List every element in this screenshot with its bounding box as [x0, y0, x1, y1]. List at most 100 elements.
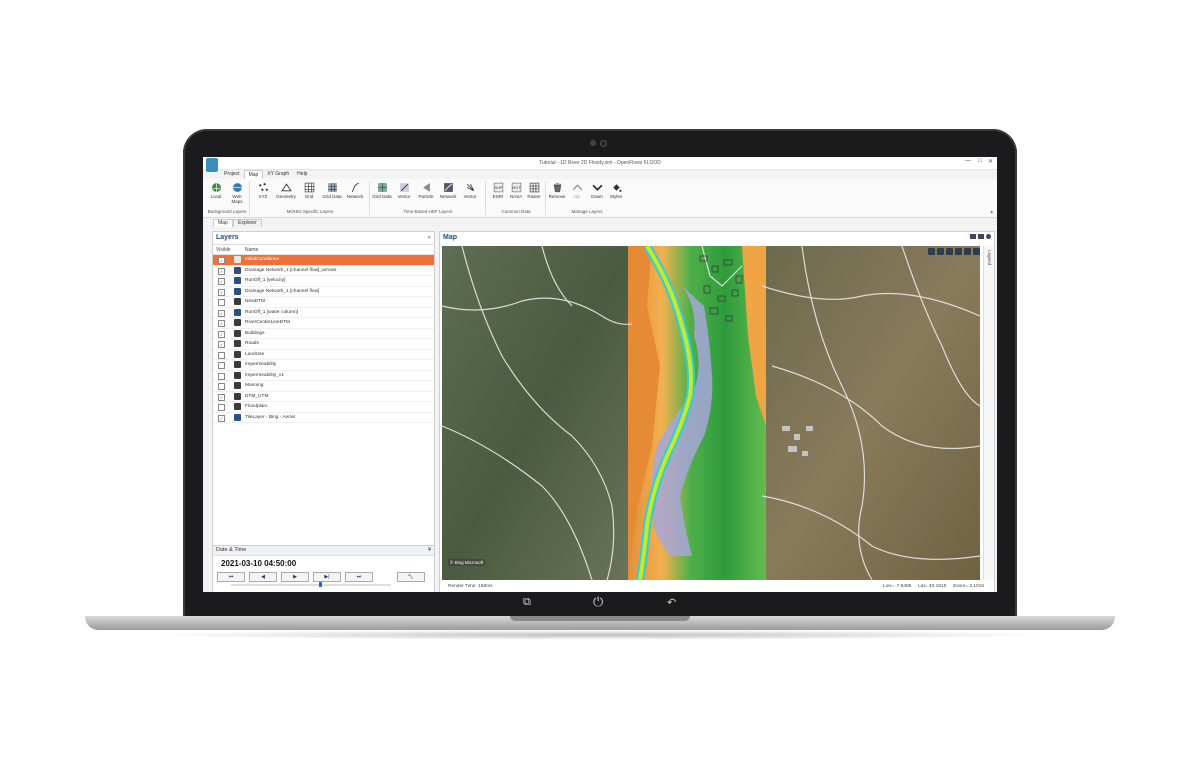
layer-visible-checkbox[interactable] — [218, 372, 225, 380]
layer-row[interactable]: Impermeability_v1 — [213, 371, 434, 381]
menu-help[interactable]: Help — [293, 170, 311, 179]
fullscreen-icon[interactable] — [973, 248, 980, 255]
back-icon[interactable]: ↶ — [667, 596, 676, 609]
hdf-grid-data-button[interactable]: Grid Data — [372, 182, 392, 199]
grid-button[interactable]: Grid — [299, 182, 319, 199]
layer-visible-checkbox[interactable]: ✓ — [218, 257, 225, 264]
help-icon[interactable] — [964, 248, 971, 255]
legend-sidebar[interactable]: Legend — [983, 246, 994, 580]
layer-visible-checkbox[interactable]: ✓ — [218, 288, 225, 296]
time-slider-track[interactable] — [231, 584, 391, 586]
layer-type-icon — [234, 392, 241, 400]
geometry-button[interactable]: Geometry — [276, 182, 296, 199]
zoom-in-icon[interactable] — [946, 248, 953, 255]
layer-visible-checkbox[interactable]: ✓ — [218, 267, 225, 275]
down-button[interactable]: Down — [587, 182, 607, 199]
layer-visible-checkbox[interactable] — [218, 362, 225, 369]
column-name[interactable]: Name — [245, 247, 258, 253]
next-step-button[interactable]: ▶| — [313, 572, 341, 582]
pan-icon[interactable] — [928, 248, 935, 255]
layer-row[interactable]: ✓ RunOff_1 [water column] — [213, 308, 434, 318]
layer-row[interactable]: ✓ Drainage Network_1 [channel flow] — [213, 287, 434, 297]
layer-type-icon — [234, 361, 241, 368]
hdf-vector-button[interactable]: Vector — [394, 182, 414, 199]
remove-button[interactable]: Remove — [547, 182, 567, 199]
layer-row[interactable]: ✓ InitialConditions — [213, 255, 434, 266]
time-slider-thumb[interactable] — [319, 582, 322, 587]
layer-row[interactable]: NewDTM — [213, 297, 434, 308]
tab-map[interactable]: Map — [213, 219, 233, 227]
ribbon: Local Web Maps Background Layers XYZ Geo… — [203, 179, 997, 218]
layer-visible-checkbox[interactable] — [218, 383, 225, 390]
map-canvas[interactable]: © Bing Microsoft — [442, 246, 980, 580]
layer-name: Roads — [245, 341, 259, 346]
layer-row[interactable]: Impermeability — [213, 360, 434, 371]
paint-bucket-icon — [612, 184, 621, 192]
up-button[interactable]: Up — [567, 182, 587, 199]
layer-visible-checkbox[interactable]: ✓ — [218, 309, 225, 317]
power-icon[interactable]: ⏻ — [593, 594, 603, 610]
maximize-button[interactable]: □ — [978, 158, 982, 164]
web-maps-button[interactable]: Web Maps — [227, 182, 247, 204]
ribbon-collapse-icon[interactable]: ▴ — [990, 209, 993, 215]
menu-project[interactable]: Project — [220, 170, 244, 179]
network-button[interactable]: Network — [345, 182, 365, 199]
layer-row[interactable]: ✓ DTM_UTM — [213, 392, 434, 402]
minimize-button[interactable]: — — [965, 158, 971, 164]
ribbon-group-mohid: XYZ Geometry Grid Grid Data Network MOHI… — [251, 181, 370, 215]
grid-data-button[interactable]: Grid Data — [322, 182, 342, 199]
web-map-icon — [232, 183, 242, 192]
play-button[interactable]: ▶ — [281, 572, 309, 582]
layer-row[interactable]: ✓ RiverCenterLineDTM — [213, 318, 434, 329]
layer-row[interactable]: ✓ Buildings — [213, 329, 434, 339]
layer-visible-checkbox[interactable]: ✓ — [218, 278, 225, 285]
xyz-button[interactable]: XYZ — [253, 182, 273, 199]
layer-row[interactable]: Manning — [213, 381, 434, 392]
close-button[interactable]: ✕ — [988, 158, 993, 165]
layer-name: Drainage Network_1 [channel flow]_arrows — [245, 267, 337, 273]
ribbon-group-hdf: Grid Data Vector Particle Network Vector… — [371, 181, 486, 215]
layer-visible-checkbox[interactable]: ✓ — [218, 414, 225, 422]
layer-visible-checkbox[interactable]: ✓ — [218, 341, 225, 348]
network-icon — [351, 182, 359, 193]
local-button[interactable]: Local — [206, 182, 226, 199]
styles-button[interactable]: Styles — [606, 182, 626, 199]
zoom-extent-icon[interactable] — [937, 248, 944, 255]
map-panel: Map © Bing Microsoft Legend Render Time:… — [439, 231, 995, 592]
settings-wrench-button[interactable]: 🔧 — [397, 572, 425, 582]
layer-visible-checkbox[interactable] — [218, 351, 225, 359]
layer-visible-checkbox[interactable] — [218, 299, 225, 306]
raster-button[interactable]: Raster — [524, 182, 544, 199]
layer-visible-checkbox[interactable]: ✓ — [218, 330, 225, 338]
last-step-button[interactable]: ⏭ — [345, 572, 373, 582]
nasa-button[interactable]: HGT NASA — [506, 182, 526, 199]
menu-xy-graph[interactable]: XY Graph — [263, 170, 293, 179]
layer-row[interactable]: ✓ Drainage Network_1 [channel flow]_arrow… — [213, 266, 434, 276]
collapse-icon[interactable]: ¥ — [428, 546, 431, 555]
map-title: Map — [443, 234, 457, 241]
layer-visible-checkbox[interactable] — [218, 404, 225, 411]
hdf-network-button[interactable]: Network — [438, 182, 458, 199]
ribbon-group-common: SHP ESRI HGT NASA Raster Common Data — [487, 181, 546, 215]
column-visible[interactable]: Visible — [216, 247, 231, 253]
tab-explorer[interactable]: Explorer — [233, 219, 262, 227]
previous-step-button[interactable]: ◀ — [249, 572, 277, 582]
layer-row[interactable]: ✓ TileLayer - Bing - Aerial — [213, 413, 434, 423]
layer-visible-checkbox[interactable]: ✓ — [218, 393, 225, 401]
particle-button[interactable]: Particle — [416, 182, 436, 199]
layer-row[interactable]: ✓ Roads — [213, 339, 434, 350]
first-step-button[interactable]: ⏮ — [217, 572, 245, 582]
gear-icon[interactable] — [986, 234, 991, 239]
hdf-vector2-button[interactable]: Vector — [460, 182, 480, 199]
collapse-icon[interactable]: « — [428, 232, 431, 244]
layer-row[interactable]: LandUse — [213, 350, 434, 360]
menu-map[interactable]: Map — [243, 170, 264, 179]
zoom-out-icon[interactable] — [955, 248, 962, 255]
esri-button[interactable]: SHP ESRI — [488, 182, 508, 199]
layer-row[interactable]: Floodplain — [213, 402, 434, 413]
print-icon[interactable] — [978, 234, 984, 239]
export-icon[interactable] — [970, 234, 976, 239]
layer-visible-checkbox[interactable]: ✓ — [218, 320, 225, 327]
layer-row[interactable]: ✓ RunOff_1 [velocity] — [213, 276, 434, 287]
task-view-icon[interactable]: ⧉ — [523, 596, 531, 609]
